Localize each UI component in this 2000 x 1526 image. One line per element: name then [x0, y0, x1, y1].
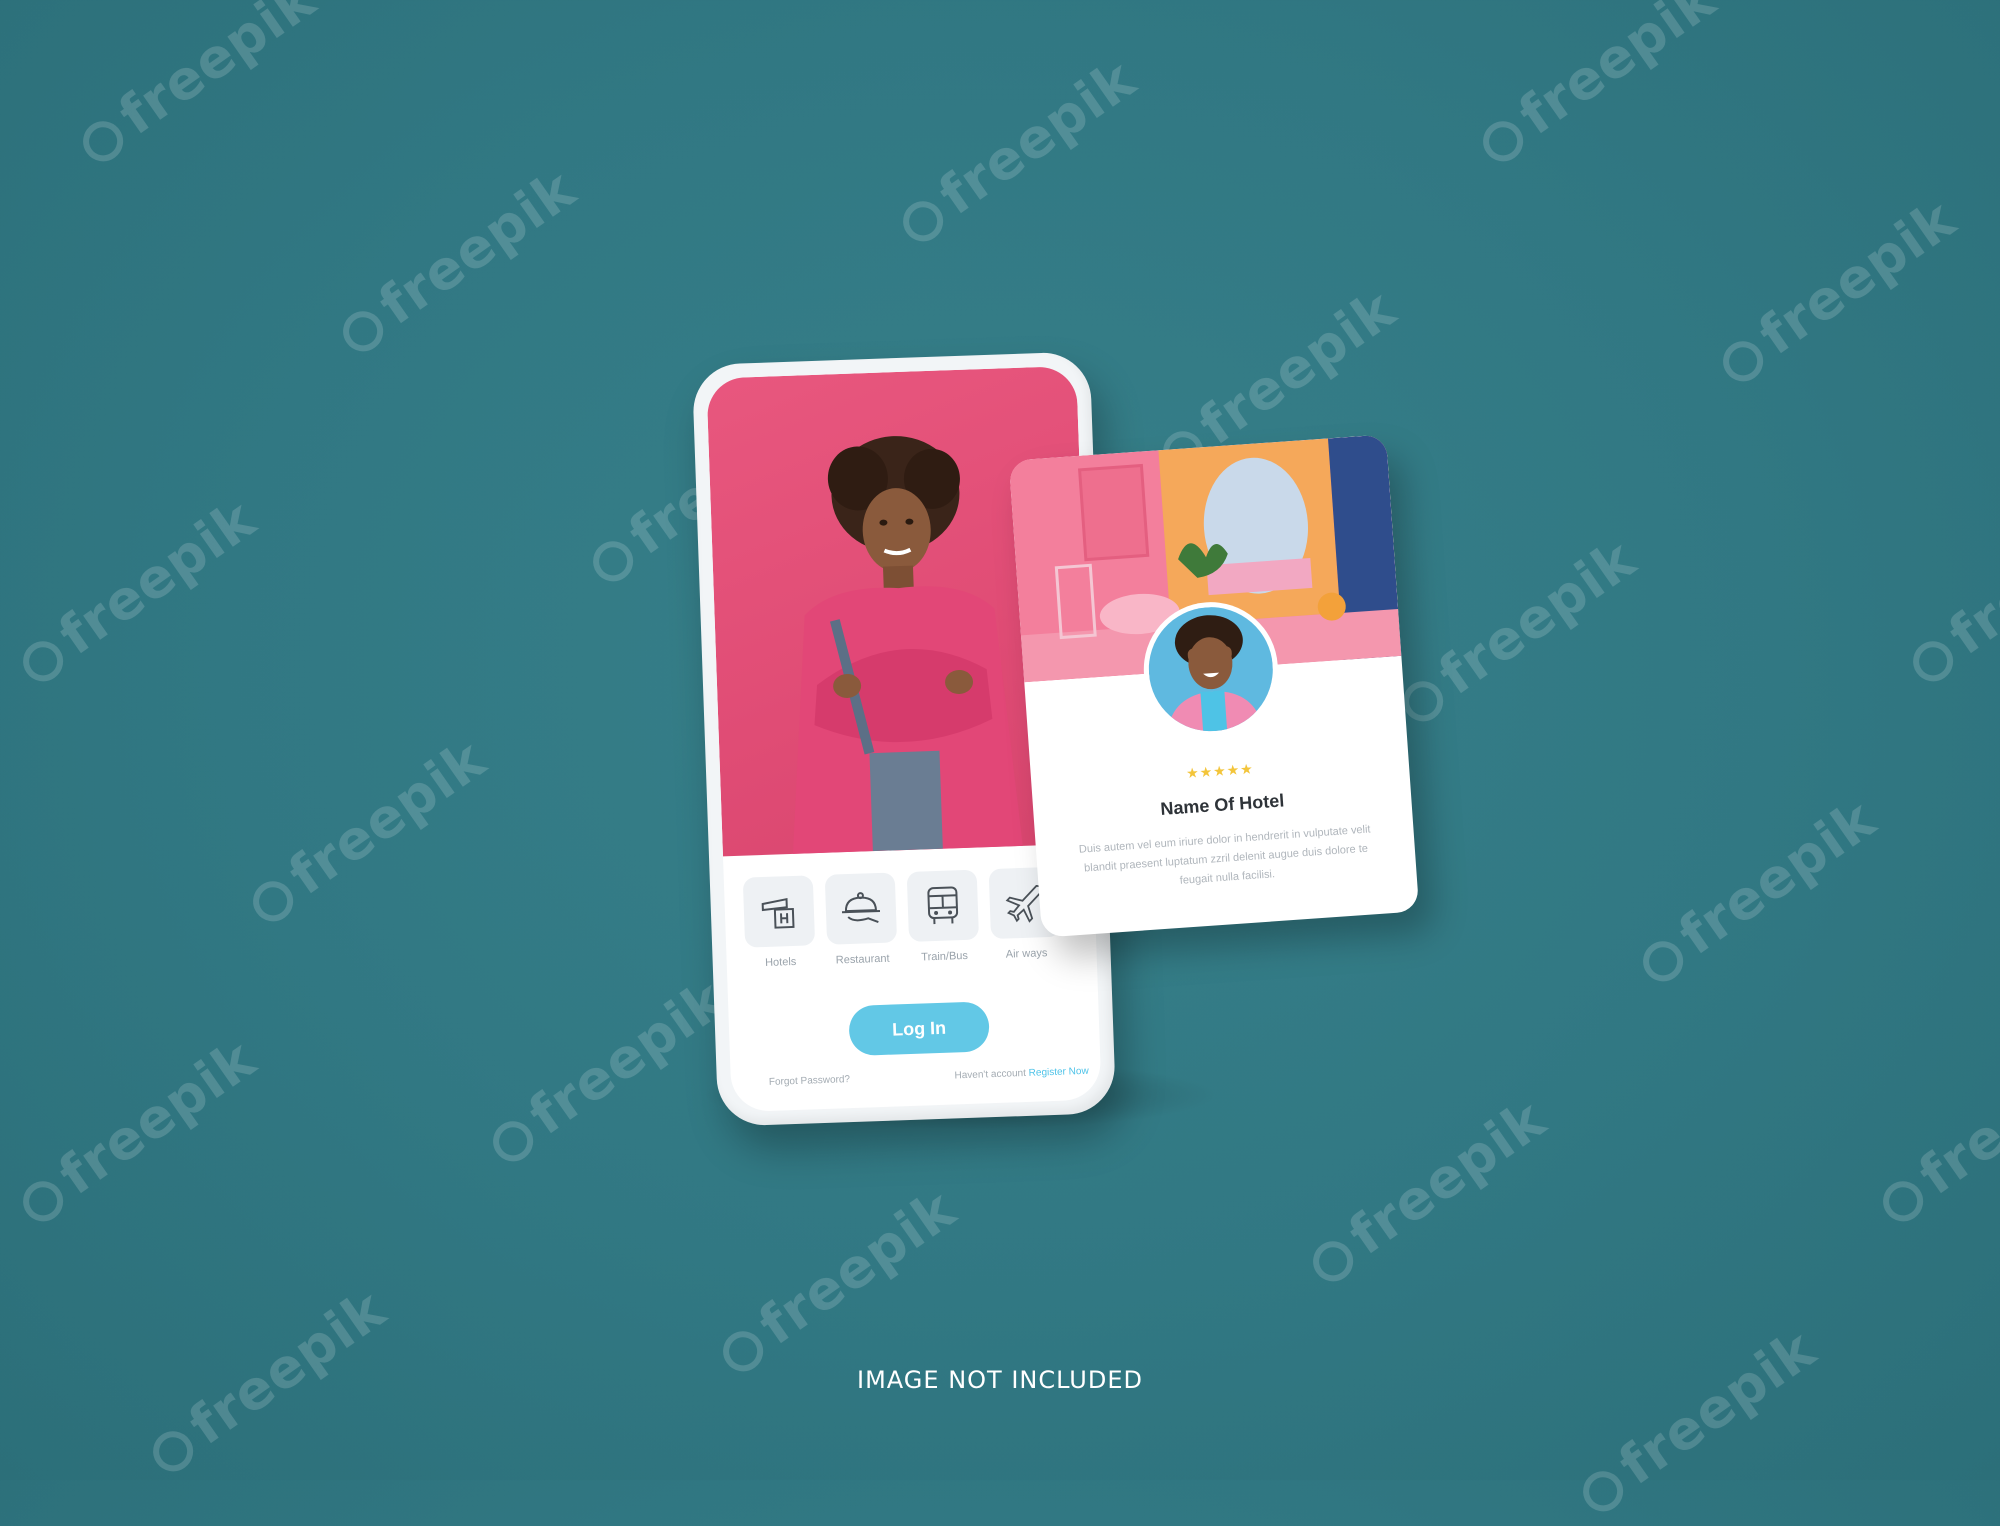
- woman-in-pink-sweater-image: [792, 436, 1023, 854]
- watermark: freepik: [887, 47, 1147, 255]
- watermark: freepik: [7, 1027, 267, 1235]
- watermark: freepik: [1867, 1027, 2000, 1235]
- watermark: freepik: [7, 487, 267, 695]
- no-account-text: Haven't account: [954, 1067, 1027, 1082]
- watermark: freepik: [1627, 787, 1887, 995]
- register-prompt: Haven't account Register Now: [954, 1066, 1089, 1082]
- watermark: freepik: [1707, 187, 1967, 395]
- watermark: freepik: [327, 157, 587, 365]
- watermark: freepik: [237, 727, 497, 935]
- register-now-link[interactable]: Register Now: [1029, 1066, 1089, 1079]
- footer-note: IMAGE NOT INCLUDED: [857, 1366, 1143, 1394]
- watermark: freepik: [1467, 0, 1727, 176]
- cloche-icon: [824, 872, 898, 945]
- bus-icon: [906, 869, 980, 942]
- login-button[interactable]: Log In: [848, 1001, 990, 1057]
- hotel-card[interactable]: ★★★★★ Name Of Hotel Duis autem vel eum i…: [1008, 434, 1420, 938]
- watermark: freepik: [477, 967, 737, 1175]
- category-label: Restaurant: [835, 952, 890, 967]
- watermark: freepik: [1387, 527, 1647, 735]
- auth-links: Forgot Password? Haven't account Registe…: [769, 1066, 1089, 1088]
- category-train-bus[interactable]: Train/Bus: [906, 869, 982, 982]
- hotel-description: Duis autem vel eum iriure dolor in hendr…: [1078, 823, 1371, 887]
- watermark: freepik: [1897, 487, 2000, 695]
- watermark: freepik: [1297, 1087, 1557, 1295]
- woman-covering-eyes-image: [1144, 603, 1277, 736]
- watermark: freepik: [67, 0, 327, 176]
- forgot-password-link[interactable]: Forgot Password?: [769, 1074, 850, 1088]
- watermark: freepik: [707, 1177, 967, 1385]
- category-label: Air ways: [1005, 947, 1048, 961]
- category-label: Train/Bus: [921, 949, 969, 964]
- category-restaurant[interactable]: Restaurant: [824, 872, 900, 984]
- category-label: Hotels: [764, 955, 797, 969]
- hotel-icon: [742, 875, 816, 948]
- watermark: freepik: [1567, 1317, 1827, 1525]
- category-hotels[interactable]: Hotels: [742, 875, 818, 987]
